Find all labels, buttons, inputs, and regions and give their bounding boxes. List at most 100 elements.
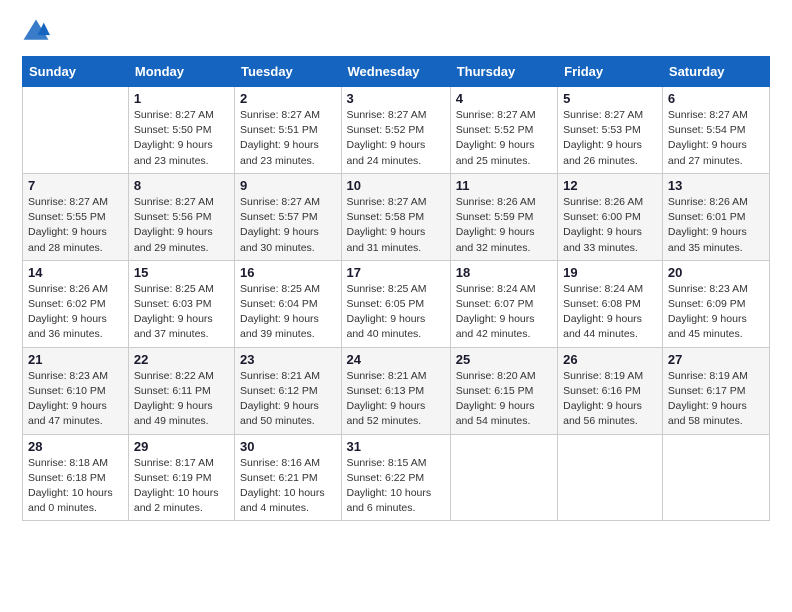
day-info: Sunrise: 8:18 AM Sunset: 6:18 PM Dayligh… [28,456,123,517]
day-number: 24 [347,352,445,367]
day-number: 17 [347,265,445,280]
day-number: 21 [28,352,123,367]
day-cell: 20 Sunrise: 8:23 AM Sunset: 6:09 PM Dayli… [662,260,769,347]
day-number: 14 [28,265,123,280]
weekday-header-row: SundayMondayTuesdayWednesdayThursdayFrid… [23,57,770,87]
day-info: Sunrise: 8:26 AM Sunset: 6:01 PM Dayligh… [668,195,764,256]
day-cell: 22Sunrise: 8:22 AM Sunset: 6:11 PM Dayli… [128,347,234,434]
day-info: Sunrise: 8:25 AM Sunset: 6:04 PM Dayligh… [240,282,336,343]
day-cell: 10 Sunrise: 8:27 AM Sunset: 5:58 PM Dayli… [341,173,450,260]
weekday-header-tuesday: Tuesday [235,57,342,87]
day-number: 26 [563,352,657,367]
day-cell: 9 Sunrise: 8:27 AM Sunset: 5:57 PM Daylig… [235,173,342,260]
day-number: 27 [668,352,764,367]
day-cell: 14 Sunrise: 8:26 AM Sunset: 6:02 PM Dayli… [23,260,129,347]
day-number: 2 [240,91,336,106]
day-cell: 28 Sunrise: 8:18 AM Sunset: 6:18 PM Dayli… [23,434,129,521]
day-number: 12 [563,178,657,193]
weekday-header-friday: Friday [558,57,663,87]
day-number: 29 [134,439,229,454]
day-number: 9 [240,178,336,193]
logo-icon [22,18,50,46]
day-info: Sunrise: 8:17 AM Sunset: 6:19 PM Dayligh… [134,456,229,517]
day-info: Sunrise: 8:21 AM Sunset: 6:12 PM Dayligh… [240,369,336,430]
day-cell: 7 Sunrise: 8:27 AM Sunset: 5:55 PM Daylig… [23,173,129,260]
day-cell [23,87,129,174]
day-cell: 29 Sunrise: 8:17 AM Sunset: 6:19 PM Dayli… [128,434,234,521]
day-cell: 1 Sunrise: 8:27 AM Sunset: 5:50 PM Daylig… [128,87,234,174]
day-number: 4 [456,91,552,106]
day-cell: 25Sunrise: 8:20 AM Sunset: 6:15 PM Dayli… [450,347,557,434]
day-cell: 15 Sunrise: 8:25 AM Sunset: 6:03 PM Dayli… [128,260,234,347]
day-number: 11 [456,178,552,193]
calendar-table: SundayMondayTuesdayWednesdayThursdayFrid… [22,56,770,521]
day-number: 5 [563,91,657,106]
day-cell: 5 Sunrise: 8:27 AM Sunset: 5:53 PM Daylig… [558,87,663,174]
day-info: Sunrise: 8:27 AM Sunset: 5:52 PM Dayligh… [347,108,445,169]
day-number: 28 [28,439,123,454]
day-cell: 8Sunrise: 8:27 AM Sunset: 5:56 PM Daylig… [128,173,234,260]
day-info: Sunrise: 8:16 AM Sunset: 6:21 PM Dayligh… [240,456,336,517]
day-info: Sunrise: 8:27 AM Sunset: 5:51 PM Dayligh… [240,108,336,169]
day-cell: 23 Sunrise: 8:21 AM Sunset: 6:12 PM Dayli… [235,347,342,434]
page: SundayMondayTuesdayWednesdayThursdayFrid… [0,0,792,612]
day-info: Sunrise: 8:27 AM Sunset: 5:57 PM Dayligh… [240,195,336,256]
day-info: Sunrise: 8:15 AM Sunset: 6:22 PM Dayligh… [347,456,445,517]
day-cell: 11 Sunrise: 8:26 AM Sunset: 5:59 PM Dayli… [450,173,557,260]
day-info: Sunrise: 8:26 AM Sunset: 6:02 PM Dayligh… [28,282,123,343]
day-number: 6 [668,91,764,106]
day-info: Sunrise: 8:27 AM Sunset: 5:52 PM Dayligh… [456,108,552,169]
week-row-3: 14 Sunrise: 8:26 AM Sunset: 6:02 PM Dayli… [23,260,770,347]
weekday-header-monday: Monday [128,57,234,87]
day-info: Sunrise: 8:27 AM Sunset: 5:58 PM Dayligh… [347,195,445,256]
day-info: Sunrise: 8:27 AM Sunset: 5:54 PM Dayligh… [668,108,764,169]
day-info: Sunrise: 8:24 AM Sunset: 6:07 PM Dayligh… [456,282,552,343]
weekday-header-saturday: Saturday [662,57,769,87]
day-info: Sunrise: 8:27 AM Sunset: 5:50 PM Dayligh… [134,108,229,169]
weekday-header-wednesday: Wednesday [341,57,450,87]
week-row-1: 1 Sunrise: 8:27 AM Sunset: 5:50 PM Daylig… [23,87,770,174]
day-cell: 30 Sunrise: 8:16 AM Sunset: 6:21 PM Dayli… [235,434,342,521]
day-cell: 19Sunrise: 8:24 AM Sunset: 6:08 PM Dayli… [558,260,663,347]
week-row-5: 28 Sunrise: 8:18 AM Sunset: 6:18 PM Dayli… [23,434,770,521]
day-number: 13 [668,178,764,193]
day-cell: 13 Sunrise: 8:26 AM Sunset: 6:01 PM Dayli… [662,173,769,260]
day-info: Sunrise: 8:27 AM Sunset: 5:56 PM Dayligh… [134,195,229,256]
day-cell: 26 Sunrise: 8:19 AM Sunset: 6:16 PM Dayli… [558,347,663,434]
day-cell [662,434,769,521]
day-number: 10 [347,178,445,193]
day-cell: 18 Sunrise: 8:24 AM Sunset: 6:07 PM Dayli… [450,260,557,347]
day-number: 15 [134,265,229,280]
day-cell: 16 Sunrise: 8:25 AM Sunset: 6:04 PM Dayli… [235,260,342,347]
day-info: Sunrise: 8:23 AM Sunset: 6:10 PM Dayligh… [28,369,123,430]
day-cell: 21 Sunrise: 8:23 AM Sunset: 6:10 PM Dayli… [23,347,129,434]
day-info: Sunrise: 8:19 AM Sunset: 6:17 PM Dayligh… [668,369,764,430]
day-number: 31 [347,439,445,454]
day-cell: 2 Sunrise: 8:27 AM Sunset: 5:51 PM Daylig… [235,87,342,174]
day-number: 7 [28,178,123,193]
day-number: 18 [456,265,552,280]
day-cell: 3Sunrise: 8:27 AM Sunset: 5:52 PM Daylig… [341,87,450,174]
day-number: 30 [240,439,336,454]
day-info: Sunrise: 8:22 AM Sunset: 6:11 PM Dayligh… [134,369,229,430]
day-info: Sunrise: 8:20 AM Sunset: 6:15 PM Dayligh… [456,369,552,430]
day-info: Sunrise: 8:23 AM Sunset: 6:09 PM Dayligh… [668,282,764,343]
day-number: 16 [240,265,336,280]
day-cell: 27 Sunrise: 8:19 AM Sunset: 6:17 PM Dayli… [662,347,769,434]
day-info: Sunrise: 8:19 AM Sunset: 6:16 PM Dayligh… [563,369,657,430]
day-cell: 17Sunrise: 8:25 AM Sunset: 6:05 PM Dayli… [341,260,450,347]
day-number: 20 [668,265,764,280]
day-info: Sunrise: 8:26 AM Sunset: 5:59 PM Dayligh… [456,195,552,256]
week-row-4: 21 Sunrise: 8:23 AM Sunset: 6:10 PM Dayli… [23,347,770,434]
day-info: Sunrise: 8:27 AM Sunset: 5:53 PM Dayligh… [563,108,657,169]
day-cell: 4 Sunrise: 8:27 AM Sunset: 5:52 PM Daylig… [450,87,557,174]
weekday-header-thursday: Thursday [450,57,557,87]
header [22,18,770,46]
day-info: Sunrise: 8:21 AM Sunset: 6:13 PM Dayligh… [347,369,445,430]
day-info: Sunrise: 8:25 AM Sunset: 6:03 PM Dayligh… [134,282,229,343]
day-number: 1 [134,91,229,106]
day-cell: 24 Sunrise: 8:21 AM Sunset: 6:13 PM Dayli… [341,347,450,434]
day-number: 23 [240,352,336,367]
day-cell: 6 Sunrise: 8:27 AM Sunset: 5:54 PM Daylig… [662,87,769,174]
day-info: Sunrise: 8:27 AM Sunset: 5:55 PM Dayligh… [28,195,123,256]
